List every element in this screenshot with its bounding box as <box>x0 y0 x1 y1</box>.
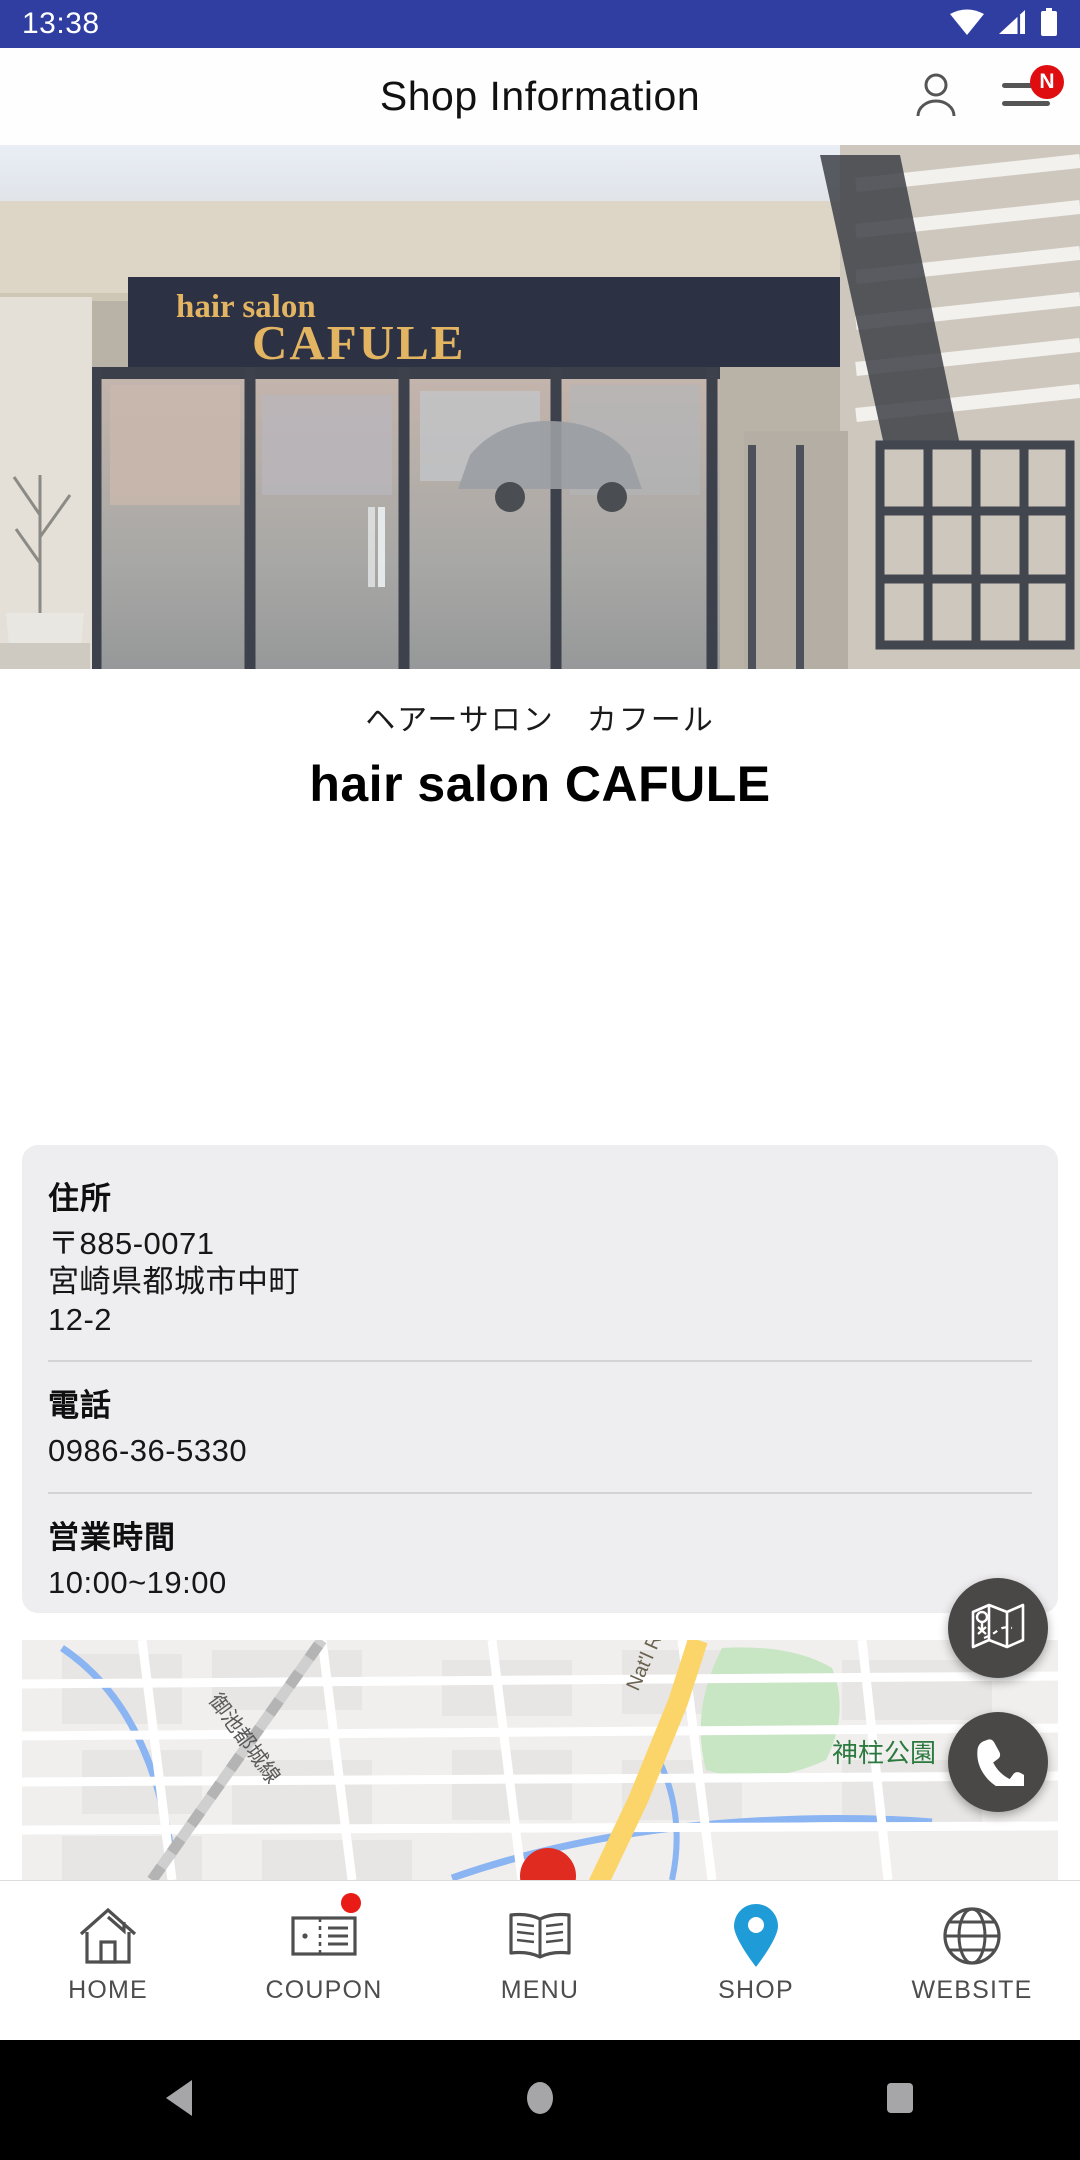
info-value-address: 〒885-0071 宮崎県都城市中町 12-2 <box>48 1226 300 1337</box>
info-value-hours: 10:00~19:00 <box>48 1565 227 1601</box>
system-back-button[interactable] <box>90 2076 270 2125</box>
info-label-address: 住所 <box>48 1181 112 1216</box>
wifi-icon <box>950 9 984 40</box>
nav-label-shop: SHOP <box>718 1976 794 2004</box>
nav-label-coupon: COUPON <box>265 1976 383 2004</box>
person-icon <box>911 69 961 124</box>
app-bar-actions: N <box>908 64 1064 125</box>
status-bar: 13:38 <box>0 0 1080 48</box>
nav-label-home: HOME <box>68 1976 148 2004</box>
menu-badge: N <box>1030 64 1064 99</box>
account-button[interactable] <box>908 69 964 125</box>
svg-text:CAFULE: CAFULE <box>252 315 465 370</box>
info-row-phone: 電話 0986-36-5330 <box>48 1380 1032 1488</box>
map-pin-icon <box>730 1904 782 1967</box>
phone-icon <box>972 1734 1033 1794</box>
battery-icon <box>1040 7 1058 41</box>
info-label-phone: 電話 <box>48 1388 112 1424</box>
signal-icon <box>997 9 1027 40</box>
recents-square-icon <box>880 2076 920 2125</box>
shop-info-card: 住所 〒885-0071 宮崎県都城市中町 12-2 電話 0986-36-53… <box>22 1145 1058 1613</box>
globe-icon <box>941 1905 1003 1967</box>
back-triangle-icon <box>160 2076 200 2125</box>
info-divider-1 <box>48 1360 1032 1363</box>
nav-item-coupon[interactable]: COUPON <box>216 1881 432 2005</box>
location-map[interactable]: 御池都城線 Nat'l Rte 269 神柱公園 <box>22 1640 1058 1880</box>
map-fab[interactable] <box>948 1578 1048 1678</box>
home-circle-icon <box>520 2076 560 2125</box>
bottom-navigation: HOME COUPON MENU SHOP WEBSITE <box>0 1880 1080 2040</box>
nav-item-menu[interactable]: MENU <box>432 1881 648 2005</box>
system-home-button[interactable] <box>450 2076 630 2125</box>
nav-label-menu: MENU <box>500 1976 580 2004</box>
info-row-hours: 営業時間 10:00~19:00 <box>48 1512 1032 1620</box>
app-screen: 13:38 Shop Information N hair salon CAFU… <box>0 0 1080 2160</box>
status-icons <box>950 7 1058 41</box>
info-row-address: 住所 〒885-0071 宮崎県都城市中町 12-2 <box>48 1173 1032 1356</box>
nav-item-website[interactable]: WEBSITE <box>864 1881 1080 2005</box>
system-recents-button[interactable] <box>810 2076 990 2125</box>
status-time: 13:38 <box>22 7 100 40</box>
nav-item-shop[interactable]: SHOP <box>648 1881 864 2005</box>
call-fab[interactable] <box>948 1712 1048 1812</box>
system-navigation-bar <box>0 2040 1080 2160</box>
shop-name: hair salon CAFULE <box>309 756 771 812</box>
open-book-icon <box>507 1905 573 1967</box>
nav-item-home[interactable]: HOME <box>0 1881 216 2005</box>
shop-name-block: ヘアーサロン カフール hair salon CAFULE <box>0 669 1080 813</box>
shop-name-kana: ヘアーサロン カフール <box>365 704 715 737</box>
nav-label-website: WEBSITE <box>911 1976 1033 2004</box>
info-value-phone[interactable]: 0986-36-5330 <box>48 1432 1032 1470</box>
folded-map-icon <box>970 1600 1026 1657</box>
info-label-hours: 営業時間 <box>48 1520 176 1556</box>
menu-button[interactable]: N <box>998 64 1064 125</box>
coupon-badge-dot <box>341 1893 362 1913</box>
app-bar: Shop Information N <box>0 48 1080 145</box>
home-icon <box>77 1905 139 1967</box>
info-divider-2 <box>48 1492 1032 1495</box>
map-label-park: 神柱公園 <box>832 1738 936 1768</box>
storefront-photo: hair salon CAFULE <box>0 145 1080 669</box>
coupon-ticket-icon <box>290 1905 358 1967</box>
